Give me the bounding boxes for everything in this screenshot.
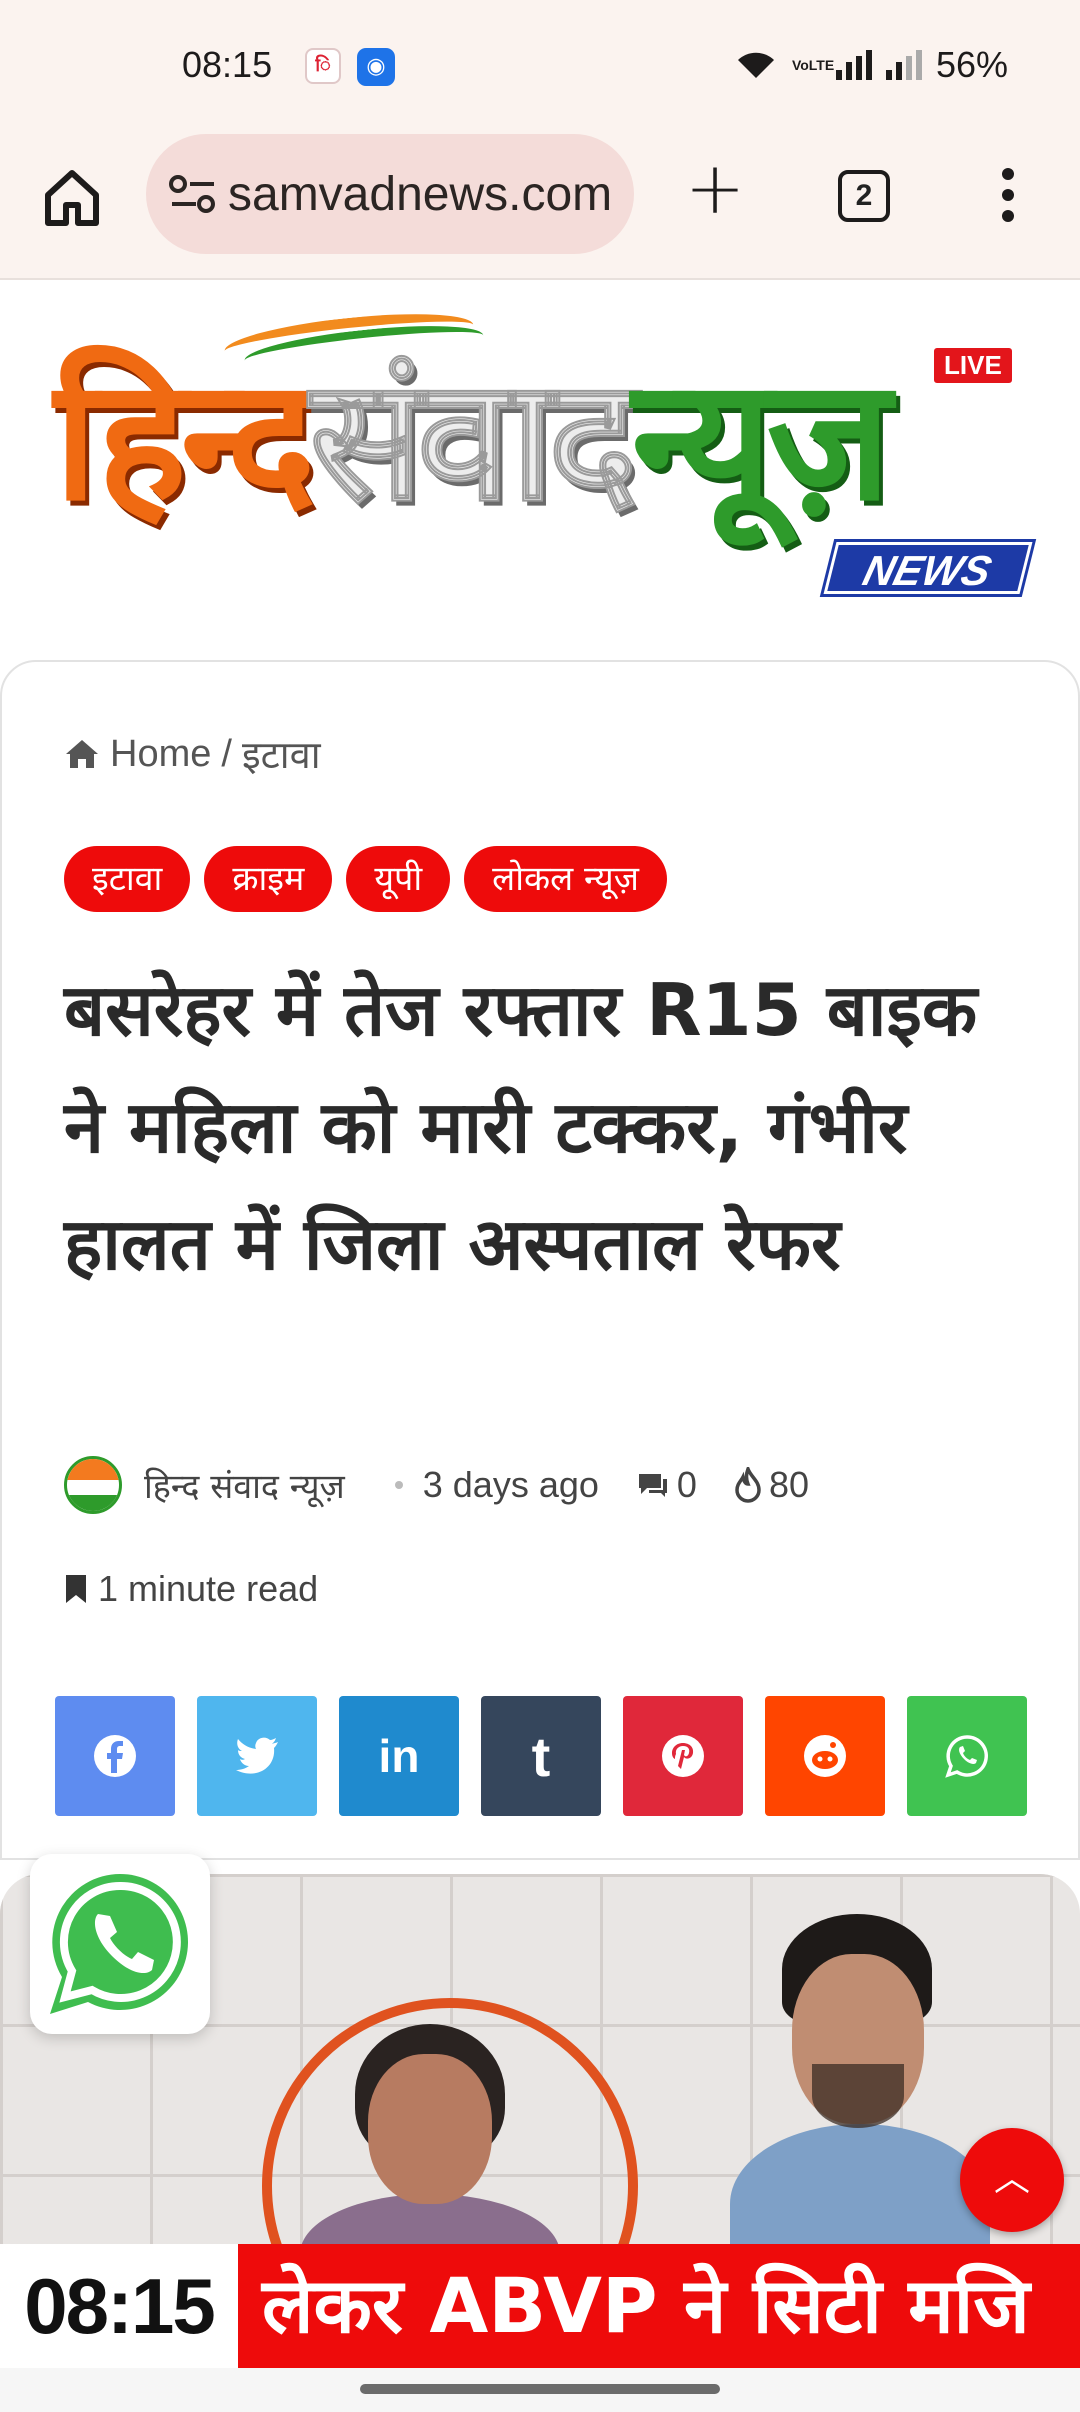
floating-whatsapp-button[interactable] xyxy=(30,1854,210,2034)
home-icon[interactable] xyxy=(40,165,104,229)
logo-wordmark: हिन्दसंवादन्यूज़ xyxy=(54,340,892,542)
volte-icon: VoLTE xyxy=(791,57,835,73)
views-count: 80 xyxy=(768,1464,809,1505)
breadcrumb-separator: / xyxy=(221,732,232,775)
flame-icon xyxy=(735,1467,761,1503)
share-linkedin-button[interactable]: in xyxy=(339,1696,459,1816)
author-avatar[interactable] xyxy=(64,1456,122,1514)
address-bar[interactable]: samvadnews.com xyxy=(146,134,634,254)
share-reddit-button[interactable] xyxy=(765,1696,885,1816)
category-tags: इटावा क्राइम यूपी लोकल न्यूज़ xyxy=(64,846,667,912)
whatsapp-logo-icon xyxy=(50,1874,188,2014)
status-bar: 08:15 ि ◉ VoLTE 56% xyxy=(0,0,1080,130)
share-twitter-button[interactable] xyxy=(197,1696,317,1816)
young-man-figure xyxy=(730,1914,990,2244)
chevron-up-icon: ︿ xyxy=(993,2157,1030,2198)
system-navigation-bar xyxy=(0,2368,1080,2412)
comments-icon[interactable] xyxy=(635,1470,671,1500)
bookmark-icon xyxy=(66,1575,86,1603)
share-buttons: in t xyxy=(55,1696,1027,1816)
more-menu-icon[interactable] xyxy=(990,168,1026,228)
share-tumblr-button[interactable]: t xyxy=(481,1696,601,1816)
breadcrumb-current[interactable]: इटावा xyxy=(242,728,321,780)
live-badge: LIVE xyxy=(934,348,1012,383)
tab-switcher-button[interactable]: 2 xyxy=(838,170,890,222)
ticker-time: 08:15 xyxy=(0,2244,238,2368)
tag-etawah[interactable]: इटावा xyxy=(64,846,191,912)
article-headline: बसरेहर में तेज रफ्तार R15 बाइक ने महिला … xyxy=(64,968,978,1286)
site-settings-icon[interactable] xyxy=(168,174,218,214)
home-breadcrumb-icon[interactable] xyxy=(64,738,100,770)
read-time: 1 minute read xyxy=(64,1568,318,1610)
logo-part-hind: हिन्द xyxy=(54,342,316,538)
whatsapp-icon xyxy=(945,1735,988,1778)
article-card: Home / इटावा इटावा क्राइम यूपी लोकल न्यू… xyxy=(0,660,1080,1860)
browser-toolbar: samvadnews.com + 2 xyxy=(0,130,1080,280)
news-app-notification-icon: ि xyxy=(305,48,341,84)
wifi-icon xyxy=(737,52,774,78)
share-facebook-button[interactable] xyxy=(55,1696,175,1816)
back-to-top-button[interactable]: ︿ xyxy=(960,2128,1064,2232)
comments-count[interactable]: 0 xyxy=(677,1464,697,1506)
breadcrumb-home[interactable]: Home xyxy=(110,733,211,776)
battery-percent: 56% xyxy=(935,44,1008,85)
twitter-icon xyxy=(236,1737,278,1774)
gesture-handle[interactable] xyxy=(360,2384,720,2394)
ticker-headline[interactable]: लेकर ABVP ने सिटी मजि xyxy=(262,2244,1030,2368)
author-name[interactable]: हिन्द संवाद न्यूज़ xyxy=(144,1462,345,1508)
status-time: 08:15 xyxy=(182,44,273,85)
android-notification-icon: ◉ xyxy=(357,48,395,86)
tumblr-icon: t xyxy=(531,1724,551,1788)
site-logo[interactable]: हिन्दसंवादन्यूज़ LIVE NEWS xyxy=(44,300,1034,600)
article-meta: हिन्द संवाद न्यूज़ 3 days ago 0 80 xyxy=(64,1452,809,1518)
facebook-icon xyxy=(94,1735,136,1777)
tag-up[interactable]: यूपी xyxy=(346,846,451,912)
news-badge: NEWS xyxy=(823,542,1033,594)
linkedin-icon: in xyxy=(378,1730,420,1782)
tag-crime[interactable]: क्राइम xyxy=(204,846,333,912)
share-pinterest-button[interactable] xyxy=(623,1696,743,1816)
pinterest-icon xyxy=(662,1735,704,1777)
post-date: 3 days ago xyxy=(422,1464,599,1505)
status-indicators: VoLTE 56% xyxy=(734,44,1008,86)
logo-part-news: न्यूज़ xyxy=(631,342,892,538)
signal-strength-2-icon xyxy=(885,50,922,80)
news-ticker[interactable]: लेकर ABVP ने सिटी मजि 08:15 xyxy=(0,2244,1080,2368)
new-tab-button[interactable]: + xyxy=(683,152,747,224)
share-whatsapp-button[interactable] xyxy=(907,1696,1027,1816)
logo-part-samvad: संवाद xyxy=(309,341,639,539)
meta-separator xyxy=(394,1481,403,1489)
breadcrumb: Home / इटावा xyxy=(64,728,321,780)
read-time-text: 1 minute read xyxy=(98,1568,319,1609)
signal-strength-1-icon xyxy=(835,50,872,80)
reddit-icon xyxy=(804,1735,846,1777)
tag-local-news[interactable]: लोकल न्यूज़ xyxy=(464,846,667,912)
url-text[interactable]: samvadnews.com xyxy=(228,167,612,222)
